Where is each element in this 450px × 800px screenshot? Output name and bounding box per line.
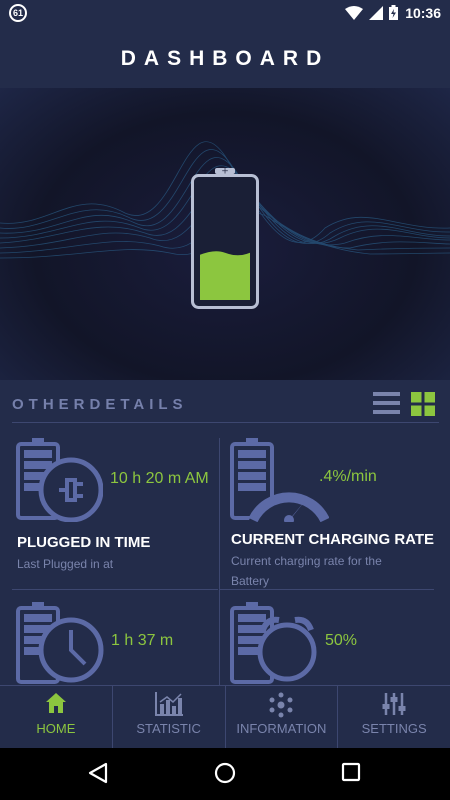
atom-icon: [269, 692, 293, 718]
home-circle-icon[interactable]: [214, 762, 236, 784]
grid-divider-vertical: [219, 438, 220, 685]
grid-view-icon[interactable]: [411, 392, 435, 416]
charging-rate-value: .4%/min: [319, 468, 377, 485]
status-bar: 61 10:36: [0, 0, 450, 25]
plugged-in-time-value: 10 h 20 m AM: [110, 470, 209, 487]
nav-home[interactable]: HOME: [0, 686, 113, 748]
signal-icon: [369, 5, 383, 20]
nav-information[interactable]: INFORMATION: [226, 686, 339, 748]
battery-level-indicator: +: [191, 167, 259, 309]
battery-level-value: 50%: [325, 632, 358, 649]
sliders-icon: [382, 693, 406, 715]
system-navigation-bar: [0, 748, 450, 800]
back-icon[interactable]: [87, 762, 109, 784]
bottom-navigation: HOME STATISTIC INFORMATION SETTINGS: [0, 685, 450, 748]
section-title: OTHERDETAILS: [12, 396, 188, 413]
page-title: DASHBOARD: [120, 47, 330, 70]
battery-gauge-icon: [230, 438, 329, 522]
nav-settings-label: SETTINGS: [361, 721, 427, 736]
nav-statistic[interactable]: STATISTIC: [113, 686, 226, 748]
charge-time-value: 1 h 37 m: [111, 632, 174, 649]
charging-rate-title: CURRENT CHARGING RATE: [231, 531, 435, 548]
recents-icon[interactable]: [341, 762, 361, 782]
battery-alarm-icon: [230, 602, 317, 684]
battery-charging-icon: [389, 5, 398, 20]
app-header: DASHBOARD: [0, 25, 450, 88]
battery-clock-icon: [16, 602, 104, 684]
wifi-icon: [345, 5, 363, 20]
section-divider: [12, 422, 439, 423]
charging-rate-subtitle: Current charging rate for the Battery: [231, 554, 382, 588]
notification-count-badge: 61: [9, 4, 27, 22]
grid-divider-horizontal-left: [12, 589, 218, 590]
nav-settings[interactable]: SETTINGS: [338, 686, 450, 748]
nav-home-label: HOME: [36, 721, 76, 736]
battery-plug-icon: [16, 438, 103, 522]
home-icon: [45, 693, 66, 713]
bar-chart-icon: [154, 692, 183, 716]
nav-information-label: INFORMATION: [236, 721, 327, 736]
other-details-section: OTHERDETAILS 10 h 20 m AM PLUGGED IN TIM…: [0, 380, 450, 685]
battery-hero: +: [0, 88, 450, 380]
nav-statistic-label: STATISTIC: [136, 721, 201, 736]
clock: 10:36: [405, 5, 441, 21]
list-view-icon[interactable]: [373, 392, 400, 415]
plugged-in-time-title: PLUGGED IN TIME: [17, 534, 151, 551]
plugged-in-time-subtitle: Last Plugged in at: [17, 557, 114, 571]
